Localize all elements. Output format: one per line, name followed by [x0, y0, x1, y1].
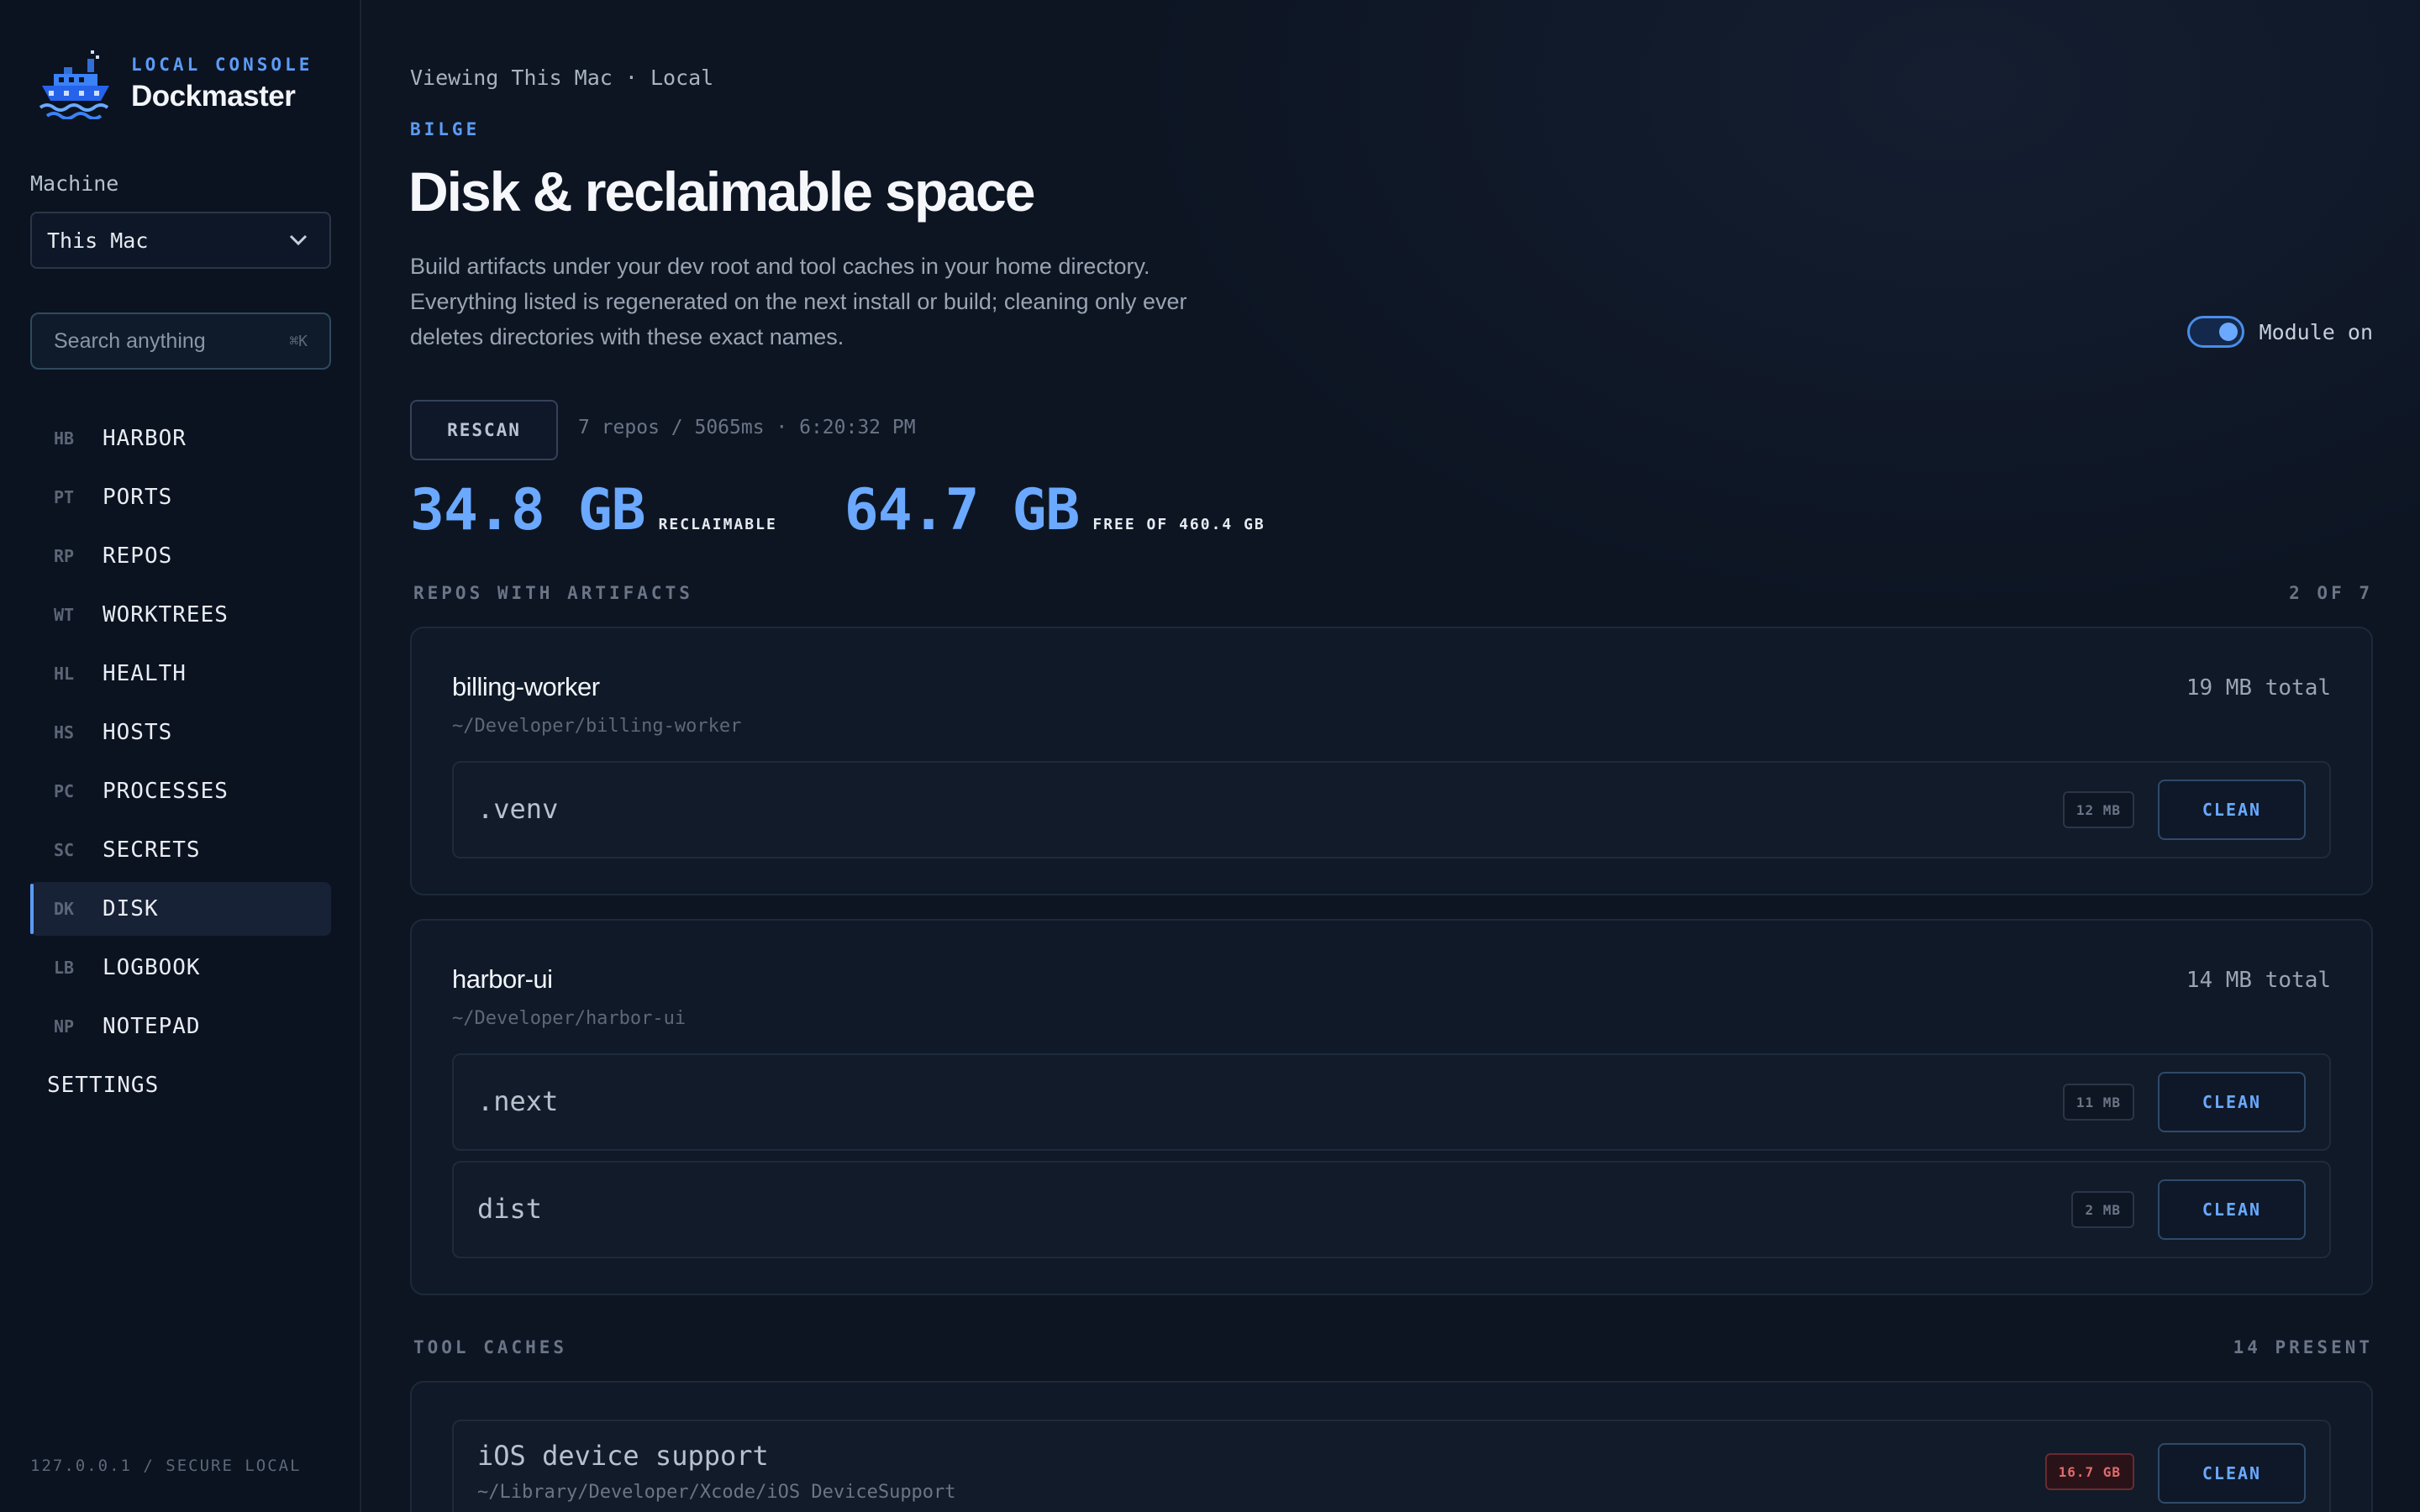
nav-label: HOSTS [103, 720, 173, 745]
nav-code: NP [54, 1016, 75, 1037]
reclaimable-label: RECLAIMABLE [658, 516, 777, 533]
module-toggle-label: Module on [2259, 319, 2373, 344]
sidebar-item-disk[interactable]: DK DISK [30, 882, 331, 936]
free-value: 64.7 GB [844, 477, 1081, 543]
scan-meta: 7 repos / 5065ms · 6:20:32 PM [578, 417, 916, 438]
page-title: Disk & reclaimable space [408, 160, 1035, 223]
footer-address: 127.0.0.1 / SECURE LOCAL [30, 1457, 302, 1475]
nav-code: PC [54, 781, 75, 801]
cache-path: ~/Library/Developer/Xcode/iOS DeviceSupp… [477, 1482, 956, 1503]
module-toggle[interactable]: Module on [2186, 316, 2373, 348]
sidebar-item-harbor[interactable]: HB HARBOR [30, 412, 331, 465]
clean-button[interactable]: CLEAN [2158, 1072, 2306, 1132]
nav-label: SETTINGS [47, 1073, 160, 1098]
repo-path: ~/Developer/harbor-ui [452, 1008, 687, 1029]
sidebar-item-worktrees[interactable]: WT WORKTREES [30, 588, 331, 642]
nav-label: PROCESSES [103, 779, 229, 804]
repos-section-count: 2 OF 7 [2289, 583, 2373, 603]
brand-name: Dockmaster [131, 80, 296, 113]
sidebar-item-secrets[interactable]: SC SECRETS [30, 823, 331, 877]
artifact-row: dist 2 MB CLEAN [452, 1161, 2331, 1258]
sidebar-item-notepad[interactable]: NP NOTEPAD [30, 1000, 331, 1053]
nav-code: HS [54, 722, 75, 743]
size-badge: 12 MB [2062, 791, 2134, 828]
search-input[interactable]: Search anything ⌘K [30, 312, 331, 370]
artifact-name: .venv [477, 793, 559, 825]
reclaimable-value: 34.8 GB [410, 477, 646, 543]
nav-code: HL [54, 664, 75, 684]
chevron-down-icon [289, 234, 308, 246]
sidebar-item-health[interactable]: HL HEALTH [30, 647, 331, 701]
machine-select-value: This Mac [47, 228, 149, 253]
nav-code: LB [54, 958, 75, 978]
sidebar-item-settings[interactable]: SETTINGS [30, 1058, 331, 1112]
nav-label: REPOS [103, 543, 173, 569]
caches-section-header: TOOL CACHES 14 PRESENT [413, 1337, 2373, 1357]
repo-total: 19 MB total [2186, 675, 2331, 701]
sidebar: LOCAL CONSOLE Dockmaster Machine This Ma… [0, 0, 361, 1512]
size-badge: 11 MB [2062, 1084, 2134, 1121]
nav-code: PT [54, 487, 75, 507]
nav-label: PORTS [103, 485, 173, 510]
brand[interactable]: LOCAL CONSOLE Dockmaster [39, 49, 313, 119]
nav-code: DK [54, 899, 75, 919]
artifact-name: dist [477, 1193, 543, 1225]
repos-section-title: REPOS WITH ARTIFACTS [413, 583, 693, 603]
size-badge: 16.7 GB [2044, 1453, 2134, 1490]
disk-stats: 34.8 GB RECLAIMABLE 64.7 GB FREE OF 460.… [410, 477, 1265, 543]
repo-card: billing-worker ~/Developer/billing-worke… [410, 627, 2373, 895]
sidebar-nav: HB HARBOR PT PORTS RP REPOS WT WORKTREES… [30, 412, 331, 1117]
machine-label: Machine [30, 171, 119, 196]
size-badge: 2 MB [2071, 1191, 2134, 1228]
page-description: Build artifacts under your dev root and … [410, 254, 1187, 349]
repo-total: 14 MB total [2186, 968, 2331, 993]
page-eyebrow: BILGE [410, 119, 481, 139]
nav-code: WT [54, 605, 75, 625]
cache-row: iOS device support ~/Library/Developer/X… [452, 1420, 2331, 1512]
machine-select[interactable]: This Mac [30, 212, 331, 269]
caches-section-title: TOOL CACHES [413, 1337, 568, 1357]
cache-name: iOS device support [477, 1440, 769, 1472]
repo-name: billing-worker [452, 672, 600, 701]
nav-label: SECRETS [103, 837, 201, 863]
repos-section-header: REPOS WITH ARTIFACTS 2 OF 7 [413, 583, 2373, 603]
artifact-row: .venv 12 MB CLEAN [452, 761, 2331, 858]
clean-button[interactable]: CLEAN [2158, 1179, 2306, 1240]
repo-name: harbor-ui [452, 964, 553, 994]
nav-code: RP [54, 546, 75, 566]
search-placeholder: Search anything [54, 328, 206, 353]
nav-label: DISK [103, 896, 159, 921]
nav-label: WORKTREES [103, 602, 229, 627]
sidebar-item-hosts[interactable]: HS HOSTS [30, 706, 331, 759]
ship-icon [39, 50, 109, 119]
nav-code: HB [54, 428, 75, 449]
nav-label: NOTEPAD [103, 1014, 201, 1039]
repo-card: harbor-ui ~/Developer/harbor-ui 14 MB to… [410, 919, 2373, 1295]
main-content: Viewing This Mac · Local BILGE Disk & re… [363, 0, 2420, 1512]
toggle-knob [2218, 323, 2238, 341]
nav-label: HARBOR [103, 426, 187, 451]
search-shortcut: ⌘K [289, 332, 308, 350]
breadcrumb: Viewing This Mac · Local [410, 66, 714, 90]
sidebar-item-logbook[interactable]: LB LOGBOOK [30, 941, 331, 995]
nav-label: LOGBOOK [103, 955, 201, 980]
repo-path: ~/Developer/billing-worker [452, 716, 742, 737]
clean-button[interactable]: CLEAN [2158, 780, 2306, 840]
sidebar-item-repos[interactable]: RP REPOS [30, 529, 331, 583]
artifact-row: .next 11 MB CLEAN [452, 1053, 2331, 1151]
caches-card: iOS device support ~/Library/Developer/X… [410, 1381, 2373, 1512]
clean-button[interactable]: CLEAN [2158, 1443, 2306, 1504]
rescan-button[interactable]: RESCAN [410, 400, 558, 460]
artifact-name: .next [477, 1085, 559, 1117]
brand-eyebrow: LOCAL CONSOLE [131, 55, 313, 75]
nav-code: SC [54, 840, 75, 860]
sidebar-item-ports[interactable]: PT PORTS [30, 470, 331, 524]
free-label: FREE OF 460.4 GB [1092, 516, 1265, 533]
caches-section-count: 14 PRESENT [2233, 1337, 2373, 1357]
module-toggle-switch[interactable] [2186, 316, 2244, 348]
sidebar-item-processes[interactable]: PC PROCESSES [30, 764, 331, 818]
nav-label: HEALTH [103, 661, 187, 686]
